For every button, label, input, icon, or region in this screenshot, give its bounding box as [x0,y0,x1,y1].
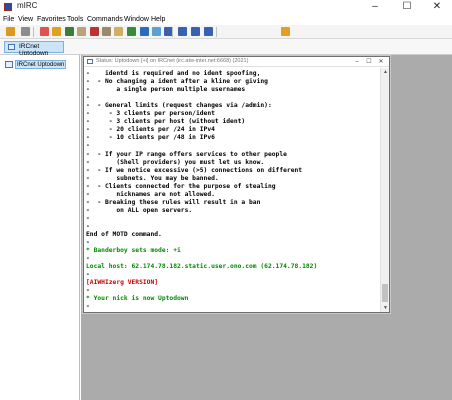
toolbar-separator [172,27,173,37]
menu-bar: File View Favorites Tools Commands Windo… [0,14,452,25]
arrange-icon[interactable] [204,27,213,36]
menu-help[interactable]: Help [151,14,165,25]
status-window-title: Status: Uptodown [+i] on IRCnet (irc.atw… [96,58,249,64]
scroll-up-arrow-icon[interactable]: ▲ [381,68,390,76]
treebar: IRCnet Uptodown [0,55,80,400]
menu-file[interactable]: File [3,14,14,25]
toolbar [0,25,452,39]
status-window-minimize-button[interactable]: – [352,58,362,66]
address-book-icon[interactable] [65,27,74,36]
status-window-close-button[interactable]: ✕ [376,58,386,66]
title-bar: mIRC – ☐ ✕ [0,0,452,14]
options-icon[interactable] [21,27,30,36]
scrollbar-thumb[interactable] [382,284,388,302]
status-window-maximize-button[interactable]: ☐ [364,58,374,66]
scroll-down-arrow-icon[interactable]: ▼ [381,304,390,312]
minimize-button[interactable]: – [360,0,390,14]
notify-icon[interactable] [114,27,123,36]
toolbar-separator [216,27,217,37]
menu-window[interactable]: Window [124,14,149,25]
log-icon[interactable] [102,27,111,36]
dcc-get-icon[interactable] [152,27,161,36]
app-title: mIRC [17,1,38,10]
treebar-item-ircnet[interactable]: IRCnet Uptodown [5,60,79,70]
status-window-icon [87,59,93,64]
status-window-scrollbar[interactable]: ▲ ▼ [380,68,389,312]
close-button[interactable]: ✕ [422,0,452,14]
switchbar: IRCnet Uptodown [0,39,452,57]
dcc-chat-icon[interactable] [140,27,149,36]
status-message-log: - identd is required and no ident spoofi… [86,68,379,312]
menu-commands[interactable]: Commands [87,14,123,25]
remote-icon[interactable] [90,27,99,36]
status-window-icon [8,44,15,50]
menu-tools[interactable]: Tools [67,14,83,25]
dcc-send-icon[interactable] [127,27,136,36]
status-window-titlebar[interactable]: Status: Uptodown [+i] on IRCnet (irc.atw… [84,57,389,67]
channel-list-icon[interactable] [40,27,49,36]
toolbar-separator [33,27,34,37]
connect-icon[interactable] [6,27,15,36]
menu-favorites[interactable]: Favorites [37,14,66,25]
mirc-logo-icon [4,3,12,11]
status-window-icon [5,61,13,68]
status-window[interactable]: Status: Uptodown [+i] on IRCnet (irc.atw… [83,56,390,313]
favorites-icon[interactable] [52,27,61,36]
menu-view[interactable]: View [18,14,33,25]
help-icon[interactable] [281,27,290,36]
tile-horizontal-icon[interactable] [178,27,187,36]
switchbar-button-ircnet[interactable]: IRCnet Uptodown [4,41,64,57]
scripts-editor-icon[interactable] [77,27,86,36]
maximize-button[interactable]: ☐ [392,0,422,14]
tile-vertical-icon[interactable] [191,27,200,36]
status-line: - [86,303,90,311]
treebar-item-label: IRCnet Uptodown [15,60,67,69]
